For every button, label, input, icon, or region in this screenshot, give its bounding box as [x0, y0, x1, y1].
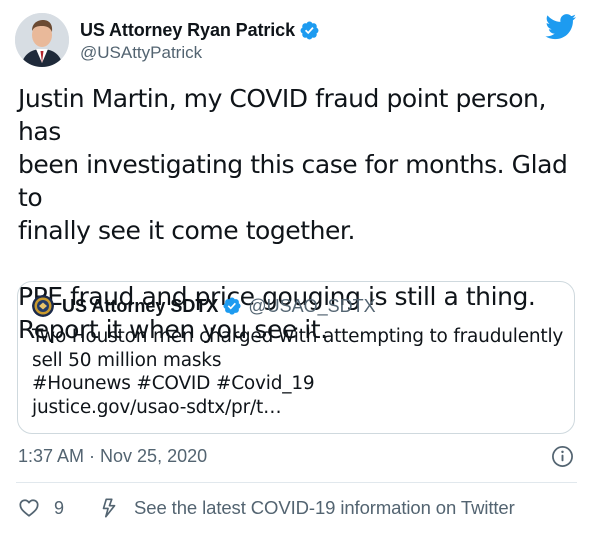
quoted-hashtags[interactable]: #Hounews #COVID #Covid_19 — [32, 372, 567, 396]
verified-badge-icon — [300, 21, 319, 39]
info-icon[interactable] — [551, 445, 574, 468]
quoted-line: Two Houston men charged with attempting … — [32, 326, 564, 347]
bolt-icon[interactable] — [98, 497, 120, 519]
doj-seal-icon — [32, 295, 54, 317]
quoted-tweet-text: Two Houston men charged with attempting … — [32, 325, 567, 419]
verified-badge-icon — [223, 297, 241, 315]
quoted-line: sell 50 million masks — [32, 349, 222, 371]
heart-icon[interactable] — [18, 497, 40, 519]
tweet-actions: 9 See the latest COVID-19 information on… — [18, 495, 515, 521]
tweet-card: US Attorney Ryan Patrick @USAttyPatrick … — [0, 0, 593, 534]
tweet-line: finally see it come together. — [18, 216, 355, 245]
author-avatar[interactable] — [15, 13, 69, 67]
quoted-author-handle[interactable]: @USAO_SDTX — [248, 296, 375, 317]
author-handle[interactable]: @USAttyPatrick — [80, 43, 320, 63]
author-name[interactable]: US Attorney Ryan Patrick — [80, 20, 295, 41]
quoted-link[interactable]: justice.gov/usao-sdtx/pr/t… — [32, 396, 567, 420]
tweet-line: Justin Martin, my COVID fraud point pers… — [18, 84, 546, 146]
avatar-photo — [15, 13, 69, 67]
twitter-bird-icon[interactable] — [545, 14, 577, 40]
footer-divider — [16, 482, 577, 483]
quoted-tweet[interactable]: US Attorney SDTX @USAO_SDTX Two Houston … — [17, 281, 575, 434]
quoted-author-name[interactable]: US Attorney SDTX — [62, 296, 218, 317]
author-block: US Attorney Ryan Patrick @USAttyPatrick — [80, 18, 320, 63]
covid-info-link[interactable]: See the latest COVID-19 information on T… — [134, 497, 515, 519]
tweet-line: been investigating this case for months.… — [18, 150, 568, 212]
quoted-tweet-header: US Attorney SDTX @USAO_SDTX — [32, 295, 376, 317]
like-count[interactable]: 9 — [54, 498, 64, 519]
tweet-timestamp[interactable]: 1:37 AM · Nov 25, 2020 — [18, 446, 207, 467]
